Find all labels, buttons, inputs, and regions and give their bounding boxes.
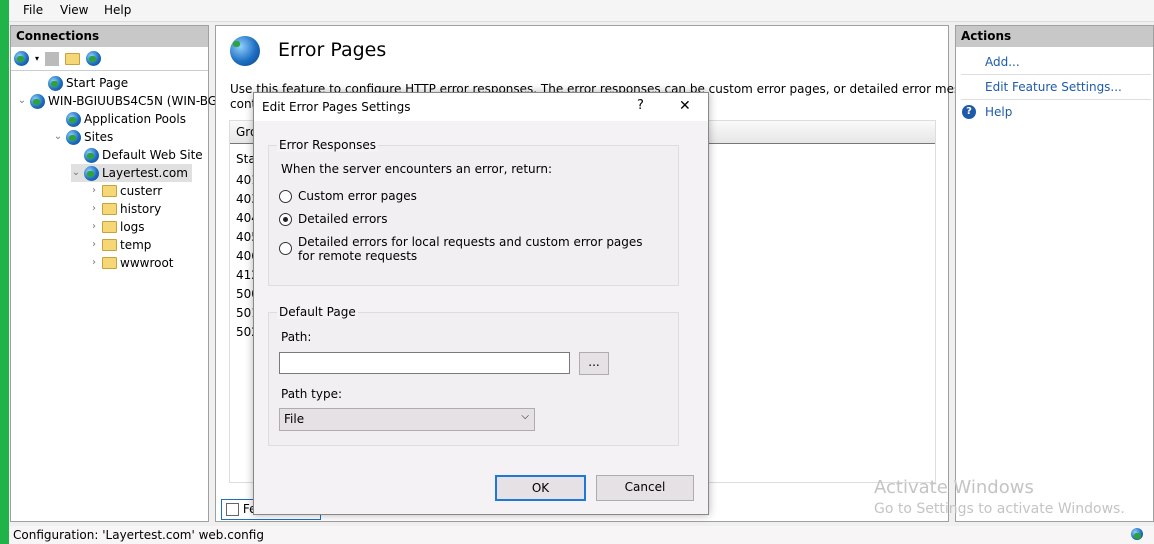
- path-type-label: Path type:: [281, 387, 343, 401]
- tree-item[interactable]: Application Pools: [53, 110, 186, 128]
- actions-panel: Actions Add... Edit Feature Settings... …: [955, 25, 1154, 522]
- cancel-button[interactable]: Cancel: [596, 475, 694, 501]
- path-label: Path:: [281, 330, 312, 344]
- globe-icon: [84, 147, 99, 163]
- tree-item[interactable]: ⌄ Sites: [53, 128, 113, 146]
- tree-item[interactable]: ⌄ WIN-BGIUUBS4C5N (WIN-BG: [17, 92, 217, 110]
- chevron-down-icon: ⌵: [521, 411, 529, 422]
- action-help[interactable]: Help: [985, 105, 1012, 119]
- tree-item-label: Default Web Site: [102, 148, 203, 162]
- server-icon: [30, 93, 45, 109]
- tree-item[interactable]: › wwwroot: [89, 254, 174, 272]
- network-status-icon: [1131, 528, 1143, 540]
- tree-item[interactable]: Default Web Site: [71, 146, 203, 164]
- radio-label: Detailed errors: [298, 212, 388, 226]
- actions-title: Actions: [956, 26, 1153, 47]
- tree-item-label: Layertest.com: [102, 166, 188, 180]
- help-icon: ?: [962, 105, 976, 119]
- edit-error-pages-dialog: Edit Error Pages Settings ? ✕ Error Resp…: [253, 92, 709, 515]
- folder-icon: [102, 203, 117, 215]
- tree-item[interactable]: › temp: [89, 236, 151, 254]
- tree-item-label: Sites: [84, 130, 114, 144]
- chevron-down-icon[interactable]: ⌄: [17, 92, 27, 110]
- start-page-icon: [48, 75, 63, 91]
- tree-item-label: Start Page: [66, 76, 129, 90]
- folder-icon: [102, 239, 117, 251]
- chevron-right-icon[interactable]: ›: [89, 218, 99, 236]
- chevron-down-icon[interactable]: ⌄: [53, 128, 63, 146]
- radio-detailed-local-custom-remote[interactable]: Detailed errors for local requests and c…: [279, 235, 643, 263]
- chevron-right-icon[interactable]: ›: [89, 200, 99, 218]
- menu-help[interactable]: Help: [104, 3, 131, 17]
- radio-label: Detailed errors for local requests and c…: [298, 235, 643, 249]
- radio-detailed-errors[interactable]: Detailed errors: [279, 212, 387, 226]
- tree-item[interactable]: › history: [89, 200, 161, 218]
- sites-folder-icon: [66, 129, 81, 145]
- status-text: Configuration: 'Layertest.com' web.confi…: [13, 528, 264, 542]
- tree-item[interactable]: › custerr: [89, 182, 162, 200]
- connect-icon[interactable]: [14, 51, 29, 66]
- radio-circle[interactable]: [279, 190, 292, 203]
- menu-file[interactable]: File: [23, 3, 43, 17]
- page-title: Error Pages: [278, 39, 387, 61]
- tree-item-label: WIN-BGIUUBS4C5N (WIN-BG: [48, 94, 218, 108]
- watermark-subtitle: Go to Settings to activate Windows.: [874, 501, 1125, 517]
- help-button[interactable]: ?: [637, 98, 644, 113]
- path-input[interactable]: [279, 352, 570, 374]
- disconnect-icon[interactable]: [86, 51, 102, 66]
- watermark-title: Activate Windows: [874, 477, 1034, 498]
- dialog-title: Edit Error Pages Settings: [262, 100, 411, 114]
- tree-item-label: logs: [120, 220, 145, 234]
- chevron-right-icon[interactable]: ›: [89, 254, 99, 272]
- browse-button[interactable]: ...: [579, 352, 609, 375]
- prompt-text: When the server encounters an error, ret…: [281, 162, 552, 176]
- chevron-down-icon[interactable]: ⌄: [71, 164, 81, 182]
- menu-view[interactable]: View: [60, 3, 88, 17]
- status-bar: Configuration: 'Layertest.com' web.confi…: [9, 526, 1154, 544]
- action-edit-feature-settings[interactable]: Edit Feature Settings...: [985, 80, 1122, 94]
- folder-icon: [102, 221, 117, 233]
- radio-label: Custom error pages: [298, 189, 417, 203]
- radio-circle[interactable]: [279, 242, 292, 255]
- connections-panel: Connections ▾ Start Page ⌄ WIN-BGIUUBS4C5N…: [10, 25, 217, 522]
- connections-title: Connections: [11, 26, 208, 47]
- app-pools-icon: [66, 111, 81, 127]
- error-responses-group: Error Responses When the server encounte…: [268, 138, 679, 286]
- error-pages-globe-icon: [230, 36, 260, 66]
- default-page-group: Default Page Path: ... Path type: File ⌵: [268, 305, 679, 446]
- close-button[interactable]: ✕: [679, 98, 691, 114]
- green-edge: [0, 0, 9, 544]
- radio-label-2: for remote requests: [298, 249, 418, 263]
- tree-item-label: custerr: [120, 184, 163, 198]
- path-type-select[interactable]: File ⌵: [279, 408, 535, 431]
- error-responses-label: Error Responses: [277, 138, 378, 152]
- tree-item[interactable]: › logs: [89, 218, 145, 236]
- radio-circle-selected[interactable]: [279, 213, 292, 226]
- tree-item-label: temp: [120, 238, 152, 252]
- tree-item-label: Application Pools: [84, 112, 186, 126]
- tree-item-label: history: [120, 202, 162, 216]
- ok-button[interactable]: OK: [495, 475, 586, 501]
- radio-custom-error-pages[interactable]: Custom error pages: [279, 189, 417, 203]
- tree-item[interactable]: Start Page: [35, 74, 128, 92]
- tree-item[interactable]: ⌄ Layertest.com: [71, 164, 192, 182]
- chevron-right-icon[interactable]: ›: [89, 182, 99, 200]
- features-view-icon: [226, 503, 239, 516]
- globe-icon: [84, 165, 99, 181]
- action-add[interactable]: Add...: [985, 55, 1020, 69]
- path-type-value: File: [284, 412, 305, 426]
- save-icon[interactable]: [45, 51, 60, 66]
- menu-bar: File View Help: [9, 0, 1154, 22]
- tree-item-label: wwwroot: [120, 256, 174, 270]
- up-folder-icon[interactable]: [65, 52, 81, 65]
- default-page-label: Default Page: [277, 305, 358, 319]
- folder-icon: [102, 185, 117, 197]
- chevron-right-icon[interactable]: ›: [89, 236, 99, 254]
- folder-icon: [102, 257, 117, 269]
